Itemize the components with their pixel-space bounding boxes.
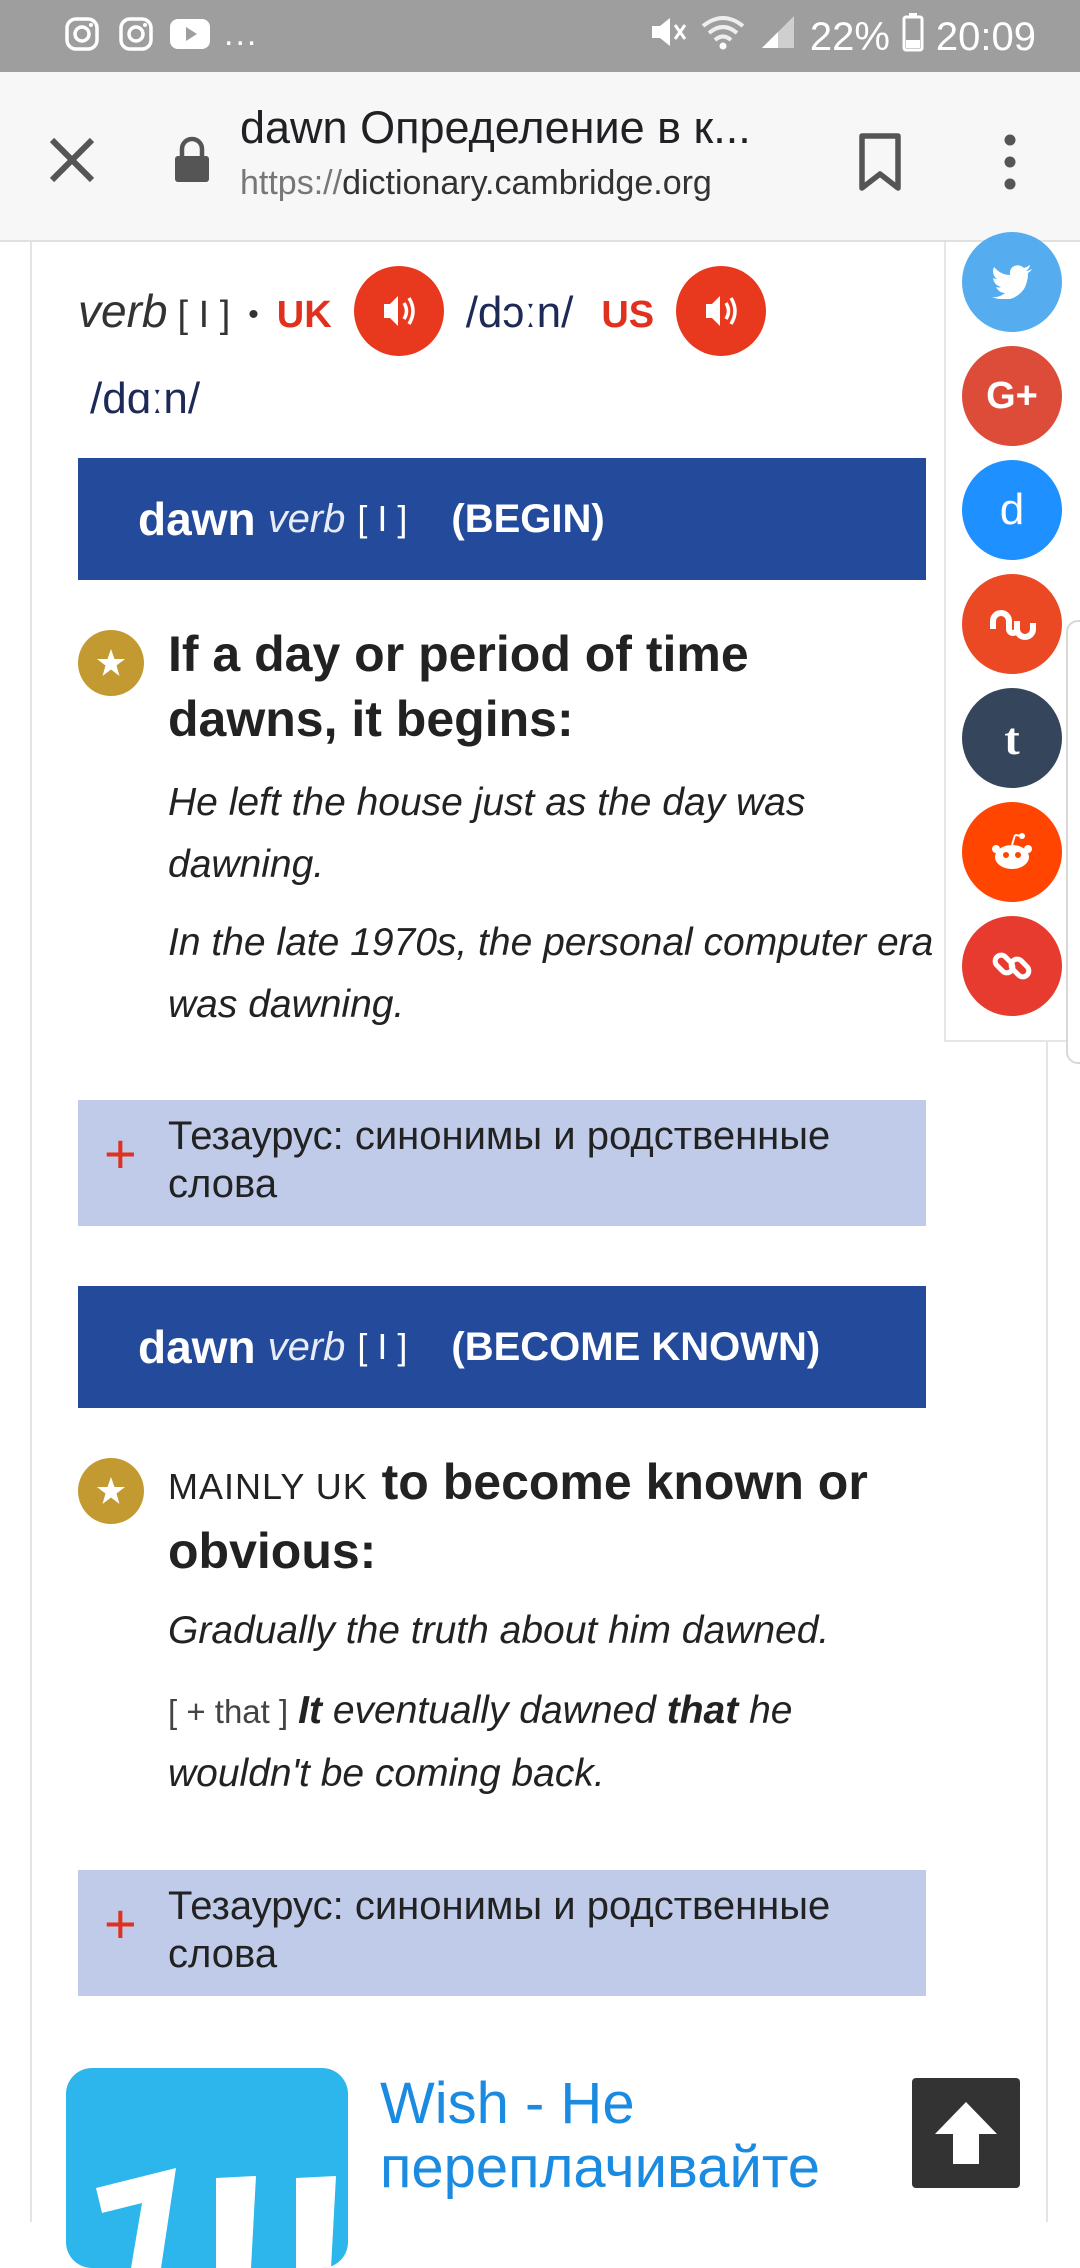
- reddit-share-button[interactable]: [962, 802, 1062, 902]
- thesaurus-label: Тезаурус: синонимы и родственные слова: [168, 1114, 831, 1206]
- arrow-up-icon: [935, 2102, 997, 2164]
- mute-icon: [648, 12, 688, 62]
- stumbleupon-share-button[interactable]: [962, 574, 1062, 674]
- status-notification-icons: ...: [62, 14, 258, 54]
- uk-label: UK: [276, 294, 332, 337]
- instagram-icon: [116, 14, 156, 54]
- us-audio-button[interactable]: [676, 266, 767, 356]
- more-menu-icon[interactable]: [990, 132, 1030, 192]
- thesaurus-label: Тезаурус: синонимы и родственные слова: [168, 1884, 831, 1976]
- usage-label: MAINLY UK: [168, 1466, 368, 1507]
- us-label: US: [601, 294, 655, 337]
- wifi-icon: [700, 12, 746, 62]
- browser-toolbar: dawn Определение в к... https://dictiona…: [0, 72, 1080, 242]
- delicious-share-button[interactable]: d: [962, 460, 1062, 560]
- close-icon[interactable]: [40, 128, 104, 192]
- link-icon: [992, 952, 1032, 980]
- clock: 20:09: [935, 14, 1036, 59]
- tumblr-share-button[interactable]: t: [962, 688, 1062, 788]
- uk-audio-button[interactable]: [353, 266, 444, 356]
- guideword: (BEGIN): [451, 496, 605, 541]
- copy-link-button[interactable]: [962, 916, 1062, 1016]
- example-emphasis: It: [298, 1689, 322, 1732]
- example-sentence: Gradually the truth about him dawned.: [168, 1609, 830, 1652]
- thesaurus-expander[interactable]: + Тезаурус: синонимы и родственные слова: [78, 1100, 926, 1226]
- speaker-icon: [383, 296, 415, 326]
- guideword: (BECOME KNOWN): [451, 1324, 821, 1369]
- back-to-top-button[interactable]: [912, 2078, 1020, 2188]
- more-notifications: ...: [224, 15, 259, 53]
- page-title[interactable]: dawn Определение в к...: [240, 102, 800, 154]
- url-bar[interactable]: https://dictionary.cambridge.org: [240, 164, 712, 203]
- sense-grammar: [ I ]: [357, 498, 408, 539]
- definition: If a day or period of time dawns, it beg…: [168, 626, 749, 747]
- google-plus-icon: G+: [986, 374, 1038, 417]
- delicious-icon: d: [999, 485, 1025, 534]
- lock-icon[interactable]: [172, 136, 212, 184]
- definition: MAINLY UK to become known or obvious:: [168, 1450, 928, 1584]
- plus-icon: +: [104, 1122, 137, 1185]
- sense-header-become-known: dawn verb [ I ] (BECOME KNOWN): [78, 1286, 926, 1408]
- grammar-pattern: [ + that ]: [168, 1693, 289, 1730]
- status-system-icons: 22% 20:09: [648, 12, 1036, 62]
- pronunciation-block: verb[ I ] • UK /dɔːn/US /dɑːn/: [78, 266, 898, 436]
- battery-icon: [902, 12, 924, 62]
- url-protocol: https://: [240, 164, 343, 202]
- share-sidebar: G+ d t: [944, 232, 1066, 1042]
- sense-grammar: [ I ]: [357, 1326, 408, 1367]
- twitter-icon: [992, 265, 1032, 299]
- example-sentence: He left the house just as the day was da…: [168, 781, 806, 886]
- page-border: [30, 242, 32, 2222]
- ad-headline[interactable]: Wish - Не переплачивайте: [380, 2072, 900, 2200]
- separator: •: [248, 298, 259, 331]
- sense-header-begin: dawn verb [ I ] (BEGIN): [78, 458, 926, 580]
- plus-icon: +: [104, 1892, 137, 1955]
- battery-percent: 22%: [809, 14, 890, 59]
- google-plus-share-button[interactable]: G+: [962, 346, 1062, 446]
- url-host: dictionary.cambridge.org: [342, 164, 712, 202]
- grammar-code: [ I ]: [177, 294, 231, 337]
- stumbleupon-icon: [990, 610, 1036, 640]
- instagram-icon: [62, 14, 102, 54]
- headword: dawn: [138, 1321, 256, 1373]
- tumblr-icon: t: [1004, 712, 1020, 764]
- sense-pos: verb: [267, 496, 346, 541]
- bookmark-icon[interactable]: [852, 130, 908, 194]
- thesaurus-expander[interactable]: + Тезаурус: синонимы и родственные слова: [78, 1870, 926, 1996]
- part-of-speech: verb: [78, 285, 168, 338]
- star-icon[interactable]: [78, 1458, 144, 1524]
- uk-ipa: /dɔːn/: [465, 288, 574, 338]
- headword: dawn: [138, 493, 256, 545]
- sense-pos: verb: [267, 1324, 346, 1369]
- example-sentence: In the late 1970s, the personal computer…: [168, 921, 934, 1026]
- example-emphasis: that: [666, 1689, 739, 1732]
- signal-icon: [758, 12, 798, 62]
- wish-app-logo[interactable]: [66, 2068, 348, 2268]
- example-sentence: [ + that ] It eventually dawned that he w…: [168, 1680, 938, 1805]
- reddit-icon: [992, 833, 1032, 869]
- status-bar: ... 22% 20:09: [0, 0, 1080, 72]
- side-panel-handle[interactable]: [1066, 620, 1080, 1064]
- star-icon[interactable]: [78, 630, 144, 696]
- twitter-share-button[interactable]: [962, 232, 1062, 332]
- youtube-icon: [170, 14, 210, 54]
- us-ipa: /dɑːn/: [90, 374, 201, 423]
- example-text: eventually dawned: [322, 1689, 667, 1732]
- speaker-icon: [706, 296, 737, 326]
